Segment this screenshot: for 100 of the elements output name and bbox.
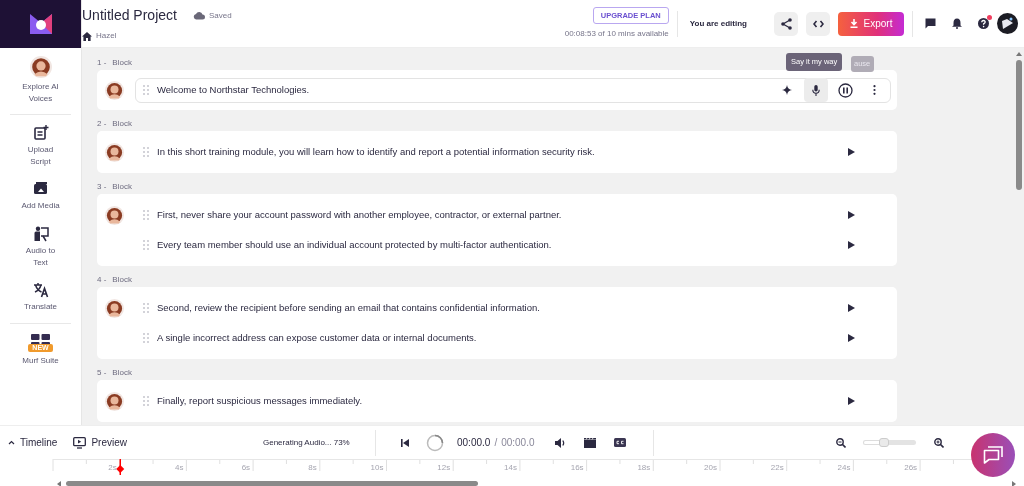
help-icon (978, 18, 989, 29)
block-number: 4 - (97, 274, 107, 286)
zoom-slider-track[interactable] (863, 440, 916, 445)
pause-icon (837, 82, 853, 98)
drag-handle-icon[interactable] (143, 333, 149, 343)
tick-label: 12s (437, 463, 451, 472)
block-text: Welcome to Northstar Technologies. (157, 82, 311, 97)
avatar-icon (105, 391, 124, 411)
home-icon (82, 31, 92, 41)
play-button[interactable] (848, 148, 855, 156)
monitor-icon (73, 436, 87, 449)
comment-button[interactable] (925, 18, 936, 29)
block-label: Block (112, 181, 132, 193)
project-title[interactable]: Untitled Project (82, 5, 177, 26)
tick-label: 26s (904, 463, 918, 472)
skip-back-button[interactable] (401, 438, 409, 447)
tick-label: 4s (174, 463, 184, 472)
block-label: Block (112, 118, 132, 130)
loading-spinner (426, 433, 444, 452)
share-button[interactable] (774, 11, 798, 36)
preview-button[interactable]: Preview (73, 435, 127, 450)
chevron-up-icon (8, 440, 15, 445)
code-icon (812, 19, 824, 28)
play-button[interactable] (848, 211, 855, 219)
cloud-icon (192, 11, 205, 20)
avatar-icon (29, 56, 52, 78)
help-button[interactable] (978, 18, 989, 29)
volume-button[interactable] (554, 437, 566, 448)
tick-label: 24s (837, 463, 851, 472)
drag-handle-icon[interactable] (143, 85, 149, 95)
zoom-out-icon (836, 437, 846, 448)
tick-label: 2s (108, 463, 117, 472)
play-button[interactable] (848, 304, 855, 312)
comment-icon (925, 18, 936, 29)
microphone-button[interactable] (804, 78, 828, 102)
avatar-icon (105, 80, 124, 100)
tick-label: 6s (241, 463, 251, 472)
captions-button[interactable] (613, 438, 626, 447)
play-icon (848, 148, 855, 156)
sidebar-item[interactable]: Upload Script (0, 118, 81, 175)
zoom-out-button[interactable] (836, 437, 846, 448)
avatar-icon (105, 298, 124, 318)
embed-code-button[interactable] (806, 11, 830, 36)
sidebar-item[interactable]: Audio to Text (0, 218, 81, 276)
sidebar-item[interactable]: Translate (0, 275, 81, 320)
block-label: Block (112, 274, 132, 286)
tick-label: 16s (570, 463, 584, 472)
tick-label: 10s (370, 463, 384, 472)
drag-handle-icon[interactable] (143, 210, 149, 220)
translate-icon (32, 282, 49, 299)
text-input[interactable]: Welcome to Northstar Technologies. (135, 77, 891, 103)
block-text: In this short training module, you will learn how to identify and report a potential information security risk. (157, 144, 596, 159)
play-button[interactable] (848, 241, 855, 249)
block-number: 2 - (97, 118, 107, 130)
drag-handle-icon[interactable] (143, 396, 149, 406)
block-number: 5 - (97, 367, 107, 379)
block-text: Every team member should use an individual account protected by multi-factor authentication. (157, 237, 553, 252)
sidebar-item[interactable]: Explore AI Voices (0, 48, 81, 112)
download-icon (849, 19, 858, 28)
tick-label: 8s (308, 463, 317, 472)
zoom-in-icon (934, 437, 944, 448)
current-time: 00:00.0 (457, 436, 491, 450)
playhead[interactable] (116, 459, 125, 476)
export-button[interactable]: Export (838, 11, 904, 36)
tick-label: 22s (770, 463, 784, 472)
logo-icon (27, 12, 54, 36)
share-icon (780, 17, 792, 30)
captions-icon (613, 438, 626, 447)
play-button[interactable] (848, 397, 855, 405)
zoom-in-button[interactable] (934, 437, 944, 448)
speaker-icon (554, 437, 566, 448)
timeline-toggle[interactable]: Timeline (8, 435, 58, 450)
scroll-right-icon[interactable] (1012, 481, 1016, 486)
notifications-button[interactable] (952, 18, 962, 29)
block-label: Block (112, 367, 132, 379)
play-button[interactable] (848, 334, 855, 342)
voice-name: Hazel (96, 30, 117, 42)
block-label: Block (112, 57, 132, 69)
drag-handle-icon[interactable] (143, 240, 149, 250)
media-button[interactable] (583, 437, 596, 448)
scrollbar[interactable] (57, 481, 478, 486)
block-number: 1 - (97, 57, 107, 69)
play-icon (848, 211, 855, 219)
skip-back-icon (401, 438, 409, 447)
sidebar-item[interactable]: Add Media (0, 174, 81, 219)
play-icon (848, 304, 855, 312)
profile-avatar[interactable] (997, 13, 1018, 34)
time-separator: / (494, 436, 498, 450)
drag-handle-icon[interactable] (143, 303, 149, 313)
more-icon (872, 85, 876, 95)
sparkle-icon[interactable] (782, 85, 792, 95)
editing-status: You are editing (689, 17, 747, 30)
block-text: Second, review the recipient before sending an email that contains confidential information. (157, 300, 541, 315)
block-text: Finally, report suspicious messages immediately. (157, 393, 364, 408)
total-time: 00:00.0 (501, 436, 535, 450)
drag-handle-icon[interactable] (143, 147, 149, 157)
notification-dot (987, 15, 992, 20)
block-text: A single incorrect address can expose customer data or internal documents. (157, 330, 478, 345)
avatar-icon (105, 205, 124, 225)
zoom-slider-thumb[interactable] (879, 438, 890, 447)
